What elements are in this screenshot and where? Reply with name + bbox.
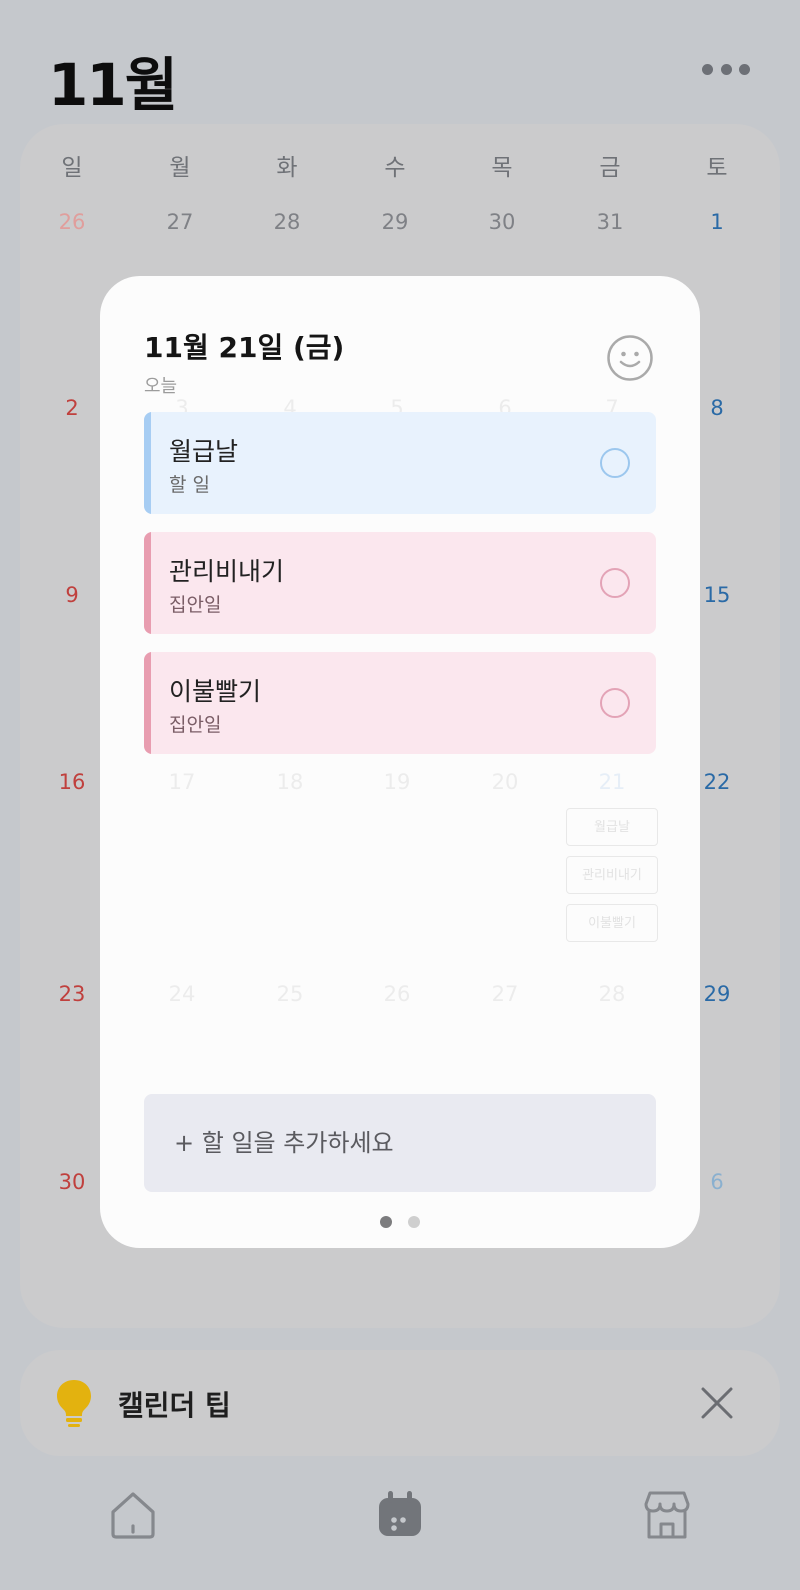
bottom-tab-bar [0, 1470, 800, 1590]
more-dot-icon [702, 63, 713, 75]
task-item[interactable]: 관리비내기 집안일 [144, 532, 656, 634]
ghost-event: 이불빨기 [566, 904, 658, 942]
calendar-day[interactable]: 28 [242, 210, 332, 234]
weekday-sat: 토 [706, 155, 728, 181]
more-options-button[interactable] [702, 58, 750, 80]
ghost-day: 21 [598, 770, 626, 794]
more-dot-icon [739, 63, 750, 75]
task-color-bar [144, 412, 151, 514]
month-title[interactable]: 11월 [48, 38, 178, 122]
weekday-sun: 일 [61, 155, 83, 181]
calendar-day[interactable]: 1 [672, 210, 762, 234]
popup-date-title: 11월 21일 (금) [144, 331, 345, 364]
ghost-event: 관리비내기 [566, 856, 658, 894]
day-detail-popup: 3 4 5 6 7 17 18 19 20 21 월급날 관리비내기 이불빨기 … [100, 276, 700, 1248]
page-dot-active[interactable] [380, 1216, 392, 1228]
weekday-fri: 금 [599, 155, 621, 181]
ghost-event: 월급날 [566, 808, 658, 846]
task-title: 이불빨기 [169, 677, 262, 706]
task-checkbox[interactable] [600, 688, 630, 718]
weekday-mon: 월 [169, 155, 191, 181]
tip-label: 캘린더 팁 [118, 1389, 231, 1422]
task-category: 집안일 [169, 594, 222, 616]
calendar-day[interactable]: 29 [350, 210, 440, 234]
weekday-tue: 화 [276, 155, 298, 181]
ghost-day: 20 [491, 770, 519, 794]
ghost-day: 18 [276, 770, 304, 794]
ghost-day: 25 [276, 982, 304, 1006]
ghost-day: 27 [491, 982, 519, 1006]
page-indicator [380, 1216, 420, 1228]
smiley-icon[interactable] [606, 334, 654, 382]
calendar-tip-banner[interactable]: 캘린더 팁 [20, 1350, 780, 1456]
ghost-day: 28 [598, 982, 626, 1006]
close-icon[interactable] [700, 1386, 734, 1420]
more-dot-icon [720, 63, 732, 75]
task-item[interactable]: 월급날 할 일 [144, 412, 656, 514]
weekday-thu: 목 [491, 155, 513, 181]
task-category: 할 일 [169, 474, 210, 496]
add-task-button[interactable]: + 할 일을 추가하세요 [144, 1094, 656, 1192]
task-item[interactable]: 이불빨기 집안일 [144, 652, 656, 754]
header: 11월 [0, 0, 800, 125]
weekday-wed: 수 [384, 155, 406, 181]
calendar-day[interactable]: 31 [565, 210, 655, 234]
ghost-day: 17 [168, 770, 196, 794]
popup-subtitle: 오늘 [144, 376, 178, 397]
ghost-day: 24 [168, 982, 196, 1006]
task-title: 월급날 [169, 437, 239, 466]
store-icon[interactable] [640, 1488, 694, 1542]
task-checkbox[interactable] [600, 568, 630, 598]
task-checkbox[interactable] [600, 448, 630, 478]
task-color-bar [144, 652, 151, 754]
calendar-day[interactable]: 26 [27, 210, 117, 234]
page-dot[interactable] [408, 1216, 420, 1228]
task-title: 관리비내기 [169, 557, 285, 586]
calendar-day[interactable]: 27 [135, 210, 225, 234]
task-color-bar [144, 532, 151, 634]
ghost-day: 19 [383, 770, 411, 794]
task-category: 집안일 [169, 714, 222, 736]
calendar-icon[interactable] [373, 1488, 427, 1542]
home-icon[interactable] [106, 1488, 160, 1542]
ghost-day: 26 [383, 982, 411, 1006]
calendar-day[interactable]: 30 [457, 210, 547, 234]
lightbulb-icon [54, 1378, 94, 1428]
